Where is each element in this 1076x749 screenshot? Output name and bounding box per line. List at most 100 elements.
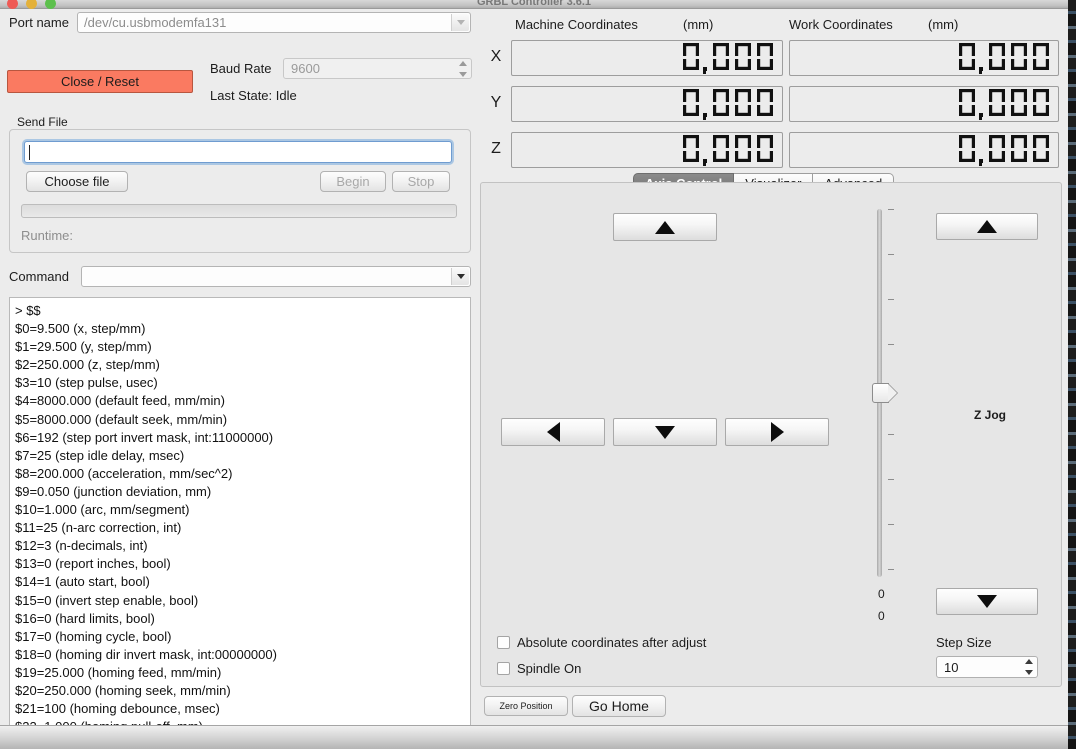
console-line: $2=250.000 (z, step/mm): [15, 357, 160, 373]
last-state-value: Idle: [275, 88, 297, 103]
application-window: GRBL Controller 3.6.1 Port name /dev/cu.…: [0, 0, 1076, 749]
baud-rate-label: Baud Rate: [210, 61, 272, 76]
console-line: $17=0 (homing cycle, bool): [15, 628, 172, 644]
slider-tick: [888, 209, 894, 210]
send-progress-bar: [21, 204, 457, 218]
triangle-down-icon: [977, 595, 997, 608]
stop-button[interactable]: Stop: [392, 171, 450, 192]
last-state-label: Last State:: [210, 88, 273, 103]
port-name-combobox[interactable]: /dev/cu.usbmodemfa131: [77, 12, 471, 33]
console-line: $21=100 (homing debounce, msec): [15, 701, 220, 717]
chevron-down-icon[interactable]: [451, 14, 469, 31]
stepper-icon[interactable]: [1023, 659, 1034, 675]
status-bar: [0, 725, 1068, 749]
port-name-label: Port name: [9, 15, 69, 30]
slider-tick: [888, 299, 894, 300]
axis-label-z: Z: [491, 140, 501, 157]
go-home-button[interactable]: Go Home: [572, 695, 666, 717]
console-line: $1=29.500 (y, step/mm): [15, 339, 152, 355]
begin-button[interactable]: Begin: [320, 171, 386, 192]
step-size-spinner[interactable]: 10: [936, 656, 1038, 678]
port-name-row: Port name /dev/cu.usbmodemfa131: [9, 12, 471, 33]
window-body: Port name /dev/cu.usbmodemfa131 Close / …: [0, 9, 1068, 749]
jog-x-plus-button[interactable]: [725, 418, 829, 446]
slider-tick: [888, 524, 894, 525]
console-line: > $$: [15, 303, 41, 318]
text-cursor-icon: [29, 145, 30, 160]
last-state-row: Last State: Idle: [210, 88, 297, 103]
triangle-up-icon: [655, 220, 675, 234]
work-coord-z: [789, 132, 1059, 168]
stepper-icon[interactable]: [457, 61, 468, 77]
command-label: Command: [9, 269, 69, 284]
z-jog-readout-label: 0: [878, 609, 885, 623]
baud-rate-row: Baud Rate 9600: [210, 58, 472, 79]
z-jog-min-label: 0: [878, 587, 885, 601]
zero-position-button[interactable]: Zero Position: [484, 696, 568, 716]
absolute-coordinates-label: Absolute coordinates after adjust: [517, 635, 707, 650]
choose-file-label: Choose file: [44, 174, 110, 189]
console-line: $16=0 (hard limits, bool): [15, 610, 155, 626]
machine-coord-y: [511, 86, 783, 122]
slider-tick: [888, 569, 894, 570]
console-line: $8=200.000 (acceleration, mm/sec^2): [15, 465, 233, 481]
right-pane: Machine Coordinates (mm) Work Coordinate…: [478, 9, 1068, 749]
port-name-value: /dev/cu.usbmodemfa131: [84, 15, 227, 30]
choose-file-button[interactable]: Choose file: [26, 171, 128, 192]
console-line: $5=8000.000 (default seek, mm/min): [15, 411, 228, 427]
slider-tick: [888, 434, 894, 435]
begin-label: Begin: [336, 174, 370, 189]
checkbox-icon[interactable]: [497, 662, 510, 675]
jog-z-minus-button[interactable]: [936, 588, 1038, 615]
machine-coord-z: [511, 132, 783, 168]
z-jog-slider-handle[interactable]: [872, 383, 898, 403]
spindle-on-checkbox-row[interactable]: Spindle On: [497, 661, 581, 676]
send-file-group-label: Send File: [14, 115, 71, 129]
slider-tick: [888, 479, 894, 480]
machine-coordinates-header: Machine Coordinates: [515, 17, 638, 32]
window-title: GRBL Controller 3.6.1: [476, 0, 592, 6]
axis-label-x: X: [490, 48, 502, 65]
close-reset-button[interactable]: Close / Reset: [7, 70, 193, 93]
jog-z-plus-button[interactable]: [936, 213, 1038, 240]
console-line: $19=25.000 (homing feed, mm/min): [15, 664, 222, 680]
console-line: $0=9.500 (x, step/mm): [15, 321, 146, 337]
console-line: $18=0 (homing dir invert mask, int:00000…: [15, 646, 277, 662]
runtime-label: Runtime:: [21, 228, 74, 243]
absolute-coordinates-checkbox-row[interactable]: Absolute coordinates after adjust: [497, 635, 706, 650]
chevron-down-icon[interactable]: [451, 268, 469, 285]
command-combobox[interactable]: [81, 266, 471, 287]
triangle-up-icon: [977, 220, 997, 233]
work-coord-y: [789, 86, 1059, 122]
triangle-right-icon: [770, 422, 784, 442]
console-line: $10=1.000 (arc, mm/segment): [15, 502, 190, 518]
triangle-down-icon: [655, 425, 675, 439]
command-row: Command: [9, 266, 471, 287]
console-line: $3=10 (step pulse, usec): [15, 375, 158, 391]
jog-y-minus-button[interactable]: [613, 418, 717, 446]
checkbox-icon[interactable]: [497, 636, 510, 649]
triangle-left-icon: [546, 422, 560, 442]
window-titlebar: GRBL Controller 3.6.1: [0, 0, 1068, 9]
console-output[interactable]: > $$ $0=9.500 (x, step/mm) $1=29.500 (y, s…: [9, 297, 471, 727]
console-line: $12=3 (n-decimals, int): [15, 538, 148, 554]
axis-label-y: Y: [490, 94, 502, 111]
zero-position-label: Zero Position: [499, 701, 553, 711]
go-home-label: Go Home: [589, 698, 649, 714]
close-reset-label: Close / Reset: [60, 74, 140, 89]
console-line: $4=8000.000 (default feed, mm/min): [15, 393, 225, 409]
machine-coord-x: [511, 40, 783, 76]
z-jog-label: Z Jog: [974, 408, 1006, 422]
slider-tick: [888, 344, 894, 345]
console-line: $14=1 (auto start, bool): [15, 574, 150, 590]
slider-tick: [888, 254, 894, 255]
console-line: $13=0 (report inches, bool): [15, 556, 171, 572]
jog-y-plus-button[interactable]: [613, 213, 717, 241]
console-line: $6=192 (step port invert mask, int:11000…: [15, 429, 274, 445]
jog-x-minus-button[interactable]: [501, 418, 605, 446]
baud-rate-spinner[interactable]: 9600: [283, 58, 472, 79]
step-size-value: 10: [944, 659, 959, 675]
file-path-input[interactable]: [24, 141, 452, 163]
spindle-on-label: Spindle On: [517, 661, 582, 676]
console-line: $11=25 (n-arc correction, int): [15, 520, 182, 536]
